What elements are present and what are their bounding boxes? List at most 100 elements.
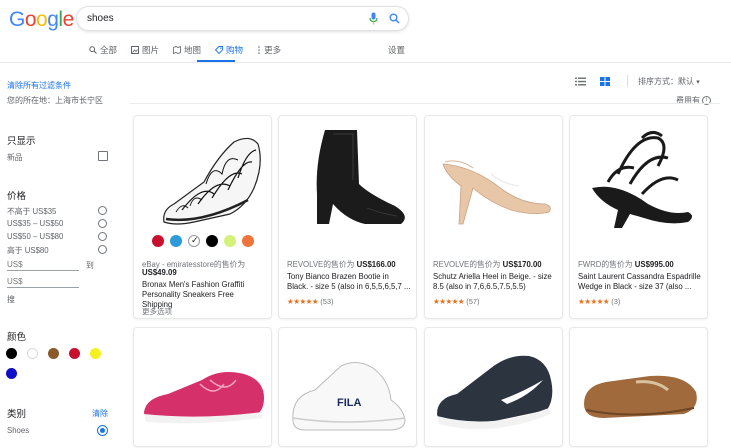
logo-letter: G (9, 8, 25, 31)
product-title[interactable]: Schutz Ariella Heel in Beige. - size 8.5… (433, 272, 557, 292)
color-swatch[interactable] (6, 348, 17, 359)
google-logo[interactable]: Google (9, 8, 74, 32)
product-card[interactable] (569, 327, 708, 447)
product-image (442, 160, 551, 225)
product-card[interactable]: FWRD的售价为 US$995.00 Saint Laurent Cassand… (569, 115, 708, 319)
product-card[interactable]: FILA (278, 327, 417, 447)
search-box[interactable] (76, 6, 409, 31)
tab-label: 购物 (226, 45, 244, 55)
image-icon (131, 46, 140, 54)
product-title[interactable]: Saint Laurent Cassandra Espadrille Wedge… (578, 272, 702, 292)
search-icon[interactable] (389, 13, 400, 26)
price-option-label: US$35 – US$50 (7, 219, 64, 228)
seller-name: FWRD的售价为 (578, 260, 633, 269)
price-option-radio[interactable] (98, 219, 107, 228)
rating-stars: ★★★★★ (433, 297, 465, 306)
category-item-label: Shoes (7, 426, 30, 435)
price: US$995.00 (634, 260, 674, 269)
product-card[interactable] (424, 327, 563, 447)
price-to-label: 到 (86, 261, 94, 270)
product-card[interactable]: REVOLVE的售价为 US$166.00 Tony Bianco Brazen… (278, 115, 417, 319)
tab-all[interactable]: 全部 (82, 43, 124, 57)
info-icon: i (702, 96, 712, 106)
tab-maps[interactable]: 地图 (166, 43, 208, 57)
tab-images[interactable]: 图片 (124, 43, 166, 57)
price: US$49.09 (142, 268, 177, 277)
price-option-label: 不高于 US$35 (7, 207, 57, 216)
location-text: 您的所在地：上海市长宁区 (7, 96, 103, 105)
color-swatch[interactable] (6, 368, 17, 379)
toolbar-divider-line (130, 103, 720, 104)
color-swatch[interactable] (27, 348, 38, 359)
product-card[interactable] (133, 327, 272, 447)
product-card[interactable]: REVOLVE的售价为 US$170.00 Schutz Ariella Hee… (424, 115, 563, 319)
tab-label: 图片 (142, 45, 160, 55)
category-clear-link[interactable]: 清除 (92, 408, 108, 419)
chevron-down-icon: ▾ (696, 79, 700, 86)
logo-letter: g (47, 8, 59, 31)
price-max-input[interactable] (7, 275, 79, 288)
product-image (316, 130, 405, 224)
more-options-link[interactable]: 更多选项 (142, 306, 172, 317)
tab-label: 全部 (100, 45, 118, 55)
search-input[interactable] (87, 11, 357, 26)
list-view-icon[interactable] (575, 77, 586, 88)
logo-letter: o (24, 8, 37, 31)
color-swatch[interactable] (69, 348, 80, 359)
sort-dropdown[interactable]: 排序方式：默认 ▾ (638, 76, 700, 87)
more-icon (258, 46, 260, 54)
color-heading: 颜色 (7, 332, 27, 343)
new-filter-checkbox[interactable] (98, 151, 108, 161)
grid-view-icon[interactable] (600, 77, 610, 88)
seller-name: REVOLVE的售价为 (287, 260, 355, 269)
map-icon (173, 46, 181, 54)
tab-shopping[interactable]: 购物 (208, 43, 250, 57)
settings-link[interactable]: 设置 (388, 44, 405, 56)
toolbar-divider (627, 75, 628, 87)
color-swatch[interactable] (48, 348, 59, 359)
search-tabs: 全部 图片 地图 购物 更多 (82, 43, 288, 57)
fee-info[interactable]: 费用有 i (676, 95, 712, 106)
product-title[interactable]: Tony Bianco Brazen Bootie in Black. - si… (287, 272, 411, 292)
product-image (592, 131, 692, 228)
clear-all-filters-link[interactable]: 清除所有过滤条件 (7, 80, 71, 91)
rating-stars: ★★★★★ (578, 297, 610, 306)
product-image (144, 372, 264, 424)
product-card[interactable]: ✓ eBay - emiratesstore的售价为 US$49.09 Bron… (133, 115, 272, 319)
product-image (437, 355, 553, 430)
category-item-radio[interactable] (97, 425, 108, 436)
price-option-radio[interactable] (98, 245, 107, 254)
color-swatch[interactable] (90, 348, 101, 359)
new-filter-label: 新品 (7, 153, 23, 162)
price-option-label: 高于 US$80 (7, 246, 49, 255)
price: US$166.00 (356, 260, 396, 269)
variant-swatch[interactable] (242, 235, 254, 247)
price-min-input[interactable] (7, 258, 79, 271)
tab-label: 更多 (264, 45, 282, 55)
price-option-radio[interactable] (98, 206, 107, 215)
logo-letter: o (36, 8, 48, 31)
variant-swatch[interactable] (224, 235, 236, 247)
rating: ★★★★★ (3) (578, 297, 620, 306)
price-go-button[interactable]: 搜 (7, 294, 15, 305)
show-only-heading: 只显示 (7, 136, 36, 147)
header-divider (0, 62, 731, 63)
review-count: (53) (320, 297, 334, 306)
selected-variant-swatch[interactable]: ✓ (188, 235, 200, 247)
microphone-icon[interactable] (369, 12, 378, 27)
color-variant-swatches: ✓ (152, 235, 262, 249)
variant-swatch[interactable] (170, 235, 182, 247)
tab-more[interactable]: 更多 (250, 43, 288, 57)
review-count: (3) (611, 297, 621, 306)
seller-name: REVOLVE的售价为 (433, 260, 501, 269)
price-option-radio[interactable] (98, 232, 107, 241)
seller-line: FWRD的售价为 US$995.00 (578, 259, 674, 270)
svg-text:FILA: FILA (337, 397, 361, 409)
variant-swatch[interactable] (206, 235, 218, 247)
rating-stars: ★★★★★ (287, 297, 319, 306)
sort-label: 排序方式：默认 (638, 77, 694, 86)
color-swatch-group (6, 348, 106, 379)
seller-line: REVOLVE的售价为 US$166.00 (287, 259, 396, 270)
seller-line: REVOLVE的售价为 US$170.00 (433, 259, 542, 270)
variant-swatch[interactable] (152, 235, 164, 247)
